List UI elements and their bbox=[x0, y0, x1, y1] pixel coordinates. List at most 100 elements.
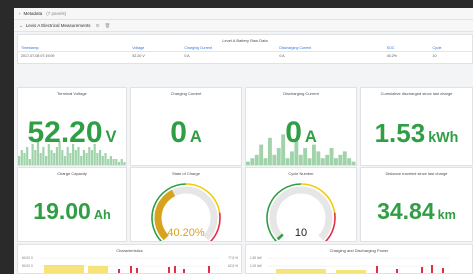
voltage-sparkline-bar bbox=[120, 159, 123, 165]
voltage-sparkline-bar bbox=[80, 156, 83, 165]
power-chart-panel: Charging and Discharging Power 1.50 kW 1.… bbox=[245, 244, 473, 274]
soc-gauge-value-label: 40.20% bbox=[167, 227, 205, 239]
voltage-sparkline-bar bbox=[82, 150, 85, 165]
voltage-sparkline-bar bbox=[112, 159, 115, 165]
table-row: 2017-07-08 07:19:09 52.20 V 0 A 0 A 40.2… bbox=[18, 52, 472, 60]
voltage-sparkline-bar bbox=[45, 156, 48, 165]
voltage-sparkline-bar bbox=[53, 153, 56, 165]
capacity-value: 19.00 Ah bbox=[18, 198, 126, 225]
distance-stat-panel: Distance traveled since last charge 34.8… bbox=[360, 167, 473, 242]
characteristics-chart-y-tick: 60.00 V bbox=[22, 256, 34, 260]
panel-title: Cumulative discharged since last charge bbox=[380, 91, 453, 96]
power-chart-y-tick: 1.00 kW bbox=[250, 264, 262, 268]
raw-data-table-panel: Level A Battery Raw Data Timestamp Volta… bbox=[17, 34, 473, 64]
charging-value: 0A bbox=[131, 116, 241, 150]
row-level-a[interactable]: ⌄ Levis A Electrical Measurements ⚙ 🗑 bbox=[14, 20, 473, 32]
discharging-sparkline-bar bbox=[303, 148, 308, 165]
characteristics-chart-bar bbox=[174, 266, 176, 273]
table-cell: 0 A bbox=[184, 53, 190, 58]
energy-stat-panel: Cumulative discharged since last charge … bbox=[360, 87, 473, 166]
power-chart-bar bbox=[431, 265, 433, 273]
charging-number: 0 bbox=[170, 116, 187, 149]
power-chart: 1.50 kW 1.00 kW bbox=[250, 256, 450, 273]
characteristics-chart-bar bbox=[44, 265, 84, 273]
table-cell: 10 bbox=[432, 53, 437, 58]
power-chart-bar bbox=[396, 269, 398, 273]
discharging-sparkline-bar bbox=[276, 148, 281, 165]
discharging-sparkline-bar bbox=[334, 158, 338, 165]
discharging-sparkline-bar bbox=[338, 154, 343, 165]
characteristics-chart-y-tick: 50.00 V bbox=[22, 264, 34, 268]
discharging-sparkline-bar bbox=[320, 158, 325, 165]
characteristics-chart-panel: Characteristics 60.00 V 50.00 V 77.5 % 62.5… bbox=[17, 244, 242, 274]
voltage-sparkline-bar bbox=[117, 162, 121, 165]
table-cell: 40.2% bbox=[386, 53, 397, 58]
chevron-right-icon[interactable]: › bbox=[19, 11, 21, 16]
characteristics-chart-y2-tick: 77.5 % bbox=[228, 256, 238, 260]
power-chart-bar bbox=[421, 267, 423, 273]
discharging-sparkline-bar bbox=[316, 151, 321, 165]
panel-title: Terminal Voltage bbox=[57, 91, 87, 96]
discharging-value: 0A bbox=[246, 116, 356, 150]
settings-icon[interactable]: ⚙ bbox=[96, 23, 100, 29]
row-metadata-title: Metadata bbox=[23, 11, 43, 16]
voltage-sparkline-bar bbox=[18, 156, 21, 165]
power-chart-bar bbox=[442, 268, 444, 273]
table-cell: 2017-07-08 07:19:09 bbox=[21, 53, 55, 58]
delete-icon[interactable]: 🗑 bbox=[105, 23, 111, 29]
energy-unit: kWh bbox=[428, 130, 459, 146]
voltage-sparkline-bar bbox=[34, 150, 37, 165]
chevron-down-icon[interactable]: ⌄ bbox=[19, 23, 23, 29]
row-level-a-title: Levis A Electrical Measurements bbox=[25, 23, 91, 28]
discharging-sparkline-bar bbox=[351, 161, 356, 165]
voltage-number: 52.20 bbox=[27, 116, 103, 149]
panel-title: Distance traveled since last charge bbox=[385, 171, 448, 176]
discharging-sparkline-bar bbox=[272, 154, 277, 165]
voltage-sparkline-bar bbox=[50, 150, 53, 165]
soc-gauge: 40.20% bbox=[151, 183, 221, 241]
discharging-sparkline-bar bbox=[329, 148, 334, 165]
discharging-sparkline-bar bbox=[250, 158, 255, 165]
characteristics-chart-bar bbox=[208, 266, 210, 273]
characteristics-chart-bar bbox=[130, 266, 132, 273]
voltage-sparkline-bar bbox=[20, 150, 23, 165]
voltage-sparkline-bar bbox=[61, 150, 64, 165]
distance-value: 34.84 km bbox=[361, 198, 472, 225]
distance-number: 34.84 bbox=[377, 198, 435, 224]
raw-data-table: Timestamp Voltage Charging Current Disch… bbox=[18, 45, 472, 59]
voltage-sparkline-bar bbox=[115, 159, 118, 165]
characteristics-chart-bar bbox=[136, 268, 138, 273]
voltage-sparkline-bar bbox=[90, 150, 94, 165]
panel-title: Level A Battery Raw Data bbox=[222, 38, 268, 43]
discharging-sparkline-bar bbox=[347, 158, 352, 165]
discharging-sparkline-bar bbox=[325, 154, 330, 165]
capacity-number: 19.00 bbox=[33, 198, 91, 224]
characteristics-chart-bar bbox=[88, 266, 108, 273]
characteristics-chart-bar bbox=[183, 269, 185, 273]
discharging-sparkline-bar bbox=[263, 158, 268, 165]
voltage-sparkline-bar bbox=[28, 159, 31, 165]
voltage-sparkline-bar bbox=[63, 156, 67, 165]
row-metadata-count: (7 panels) bbox=[46, 11, 67, 16]
energy-number: 1.53 bbox=[374, 118, 426, 148]
discharging-unit: A bbox=[304, 128, 317, 146]
panel-title: Charging Current bbox=[170, 91, 202, 96]
characteristics-chart-bar bbox=[168, 267, 170, 273]
distance-unit: km bbox=[437, 208, 456, 222]
panel-title: Discharging Current bbox=[283, 91, 319, 96]
row-metadata[interactable]: › Metadata (7 panels) bbox=[14, 8, 473, 20]
characteristics-chart: 60.00 V 50.00 V 77.5 % 62.5 % bbox=[22, 256, 238, 273]
voltage-sparkline-bar bbox=[85, 153, 88, 165]
discharging-sparkline-bar bbox=[298, 154, 303, 165]
discharging-sparkline-bar bbox=[290, 151, 294, 165]
discharging-sparkline-bar bbox=[342, 151, 347, 165]
power-chart-bar bbox=[376, 266, 378, 273]
characteristics-chart-bar bbox=[118, 269, 120, 273]
voltage-sparkline-bar bbox=[109, 156, 112, 165]
cycle-gauge-panel: Cycle Number 10 bbox=[245, 167, 357, 242]
voltage-sparkline-bar bbox=[99, 150, 102, 165]
voltage-stat-panel: Terminal Voltage 52.20 V bbox=[17, 87, 127, 166]
voltage-value: 52.20 V bbox=[18, 116, 126, 150]
characteristics-chart-y2-tick: 62.5 % bbox=[228, 264, 238, 268]
voltage-sparkline-bar bbox=[101, 156, 104, 165]
